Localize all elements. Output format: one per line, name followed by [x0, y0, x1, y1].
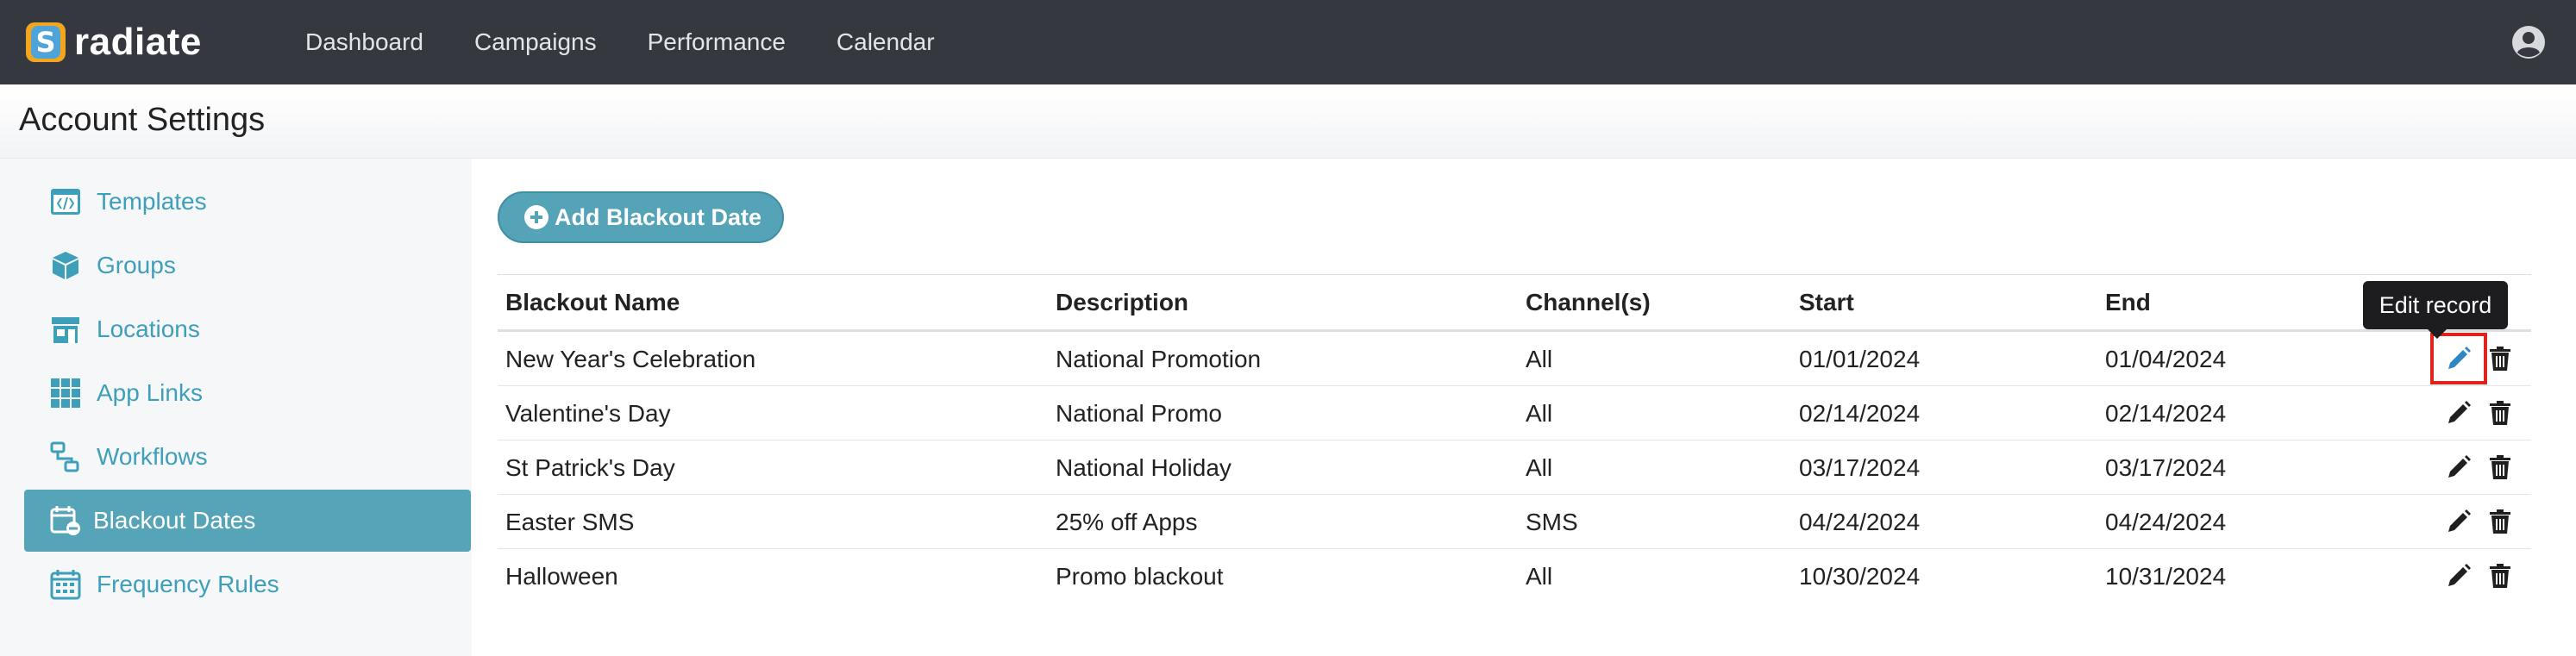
- sidebar-item-label: Templates: [97, 188, 207, 215]
- trash-icon: [2490, 401, 2510, 425]
- top-navbar: S radiate Dashboard Campaigns Performanc…: [0, 0, 2576, 84]
- table-row: Valentine's Day National Promo All 02/14…: [498, 386, 2531, 440]
- delete-record-button[interactable]: [2486, 453, 2514, 481]
- sidebar-item-locations[interactable]: Locations: [24, 298, 471, 360]
- cell-name: Halloween: [505, 563, 618, 590]
- cell-name: New Year's Celebration: [505, 346, 756, 372]
- edit-record-tooltip: Edit record: [2363, 281, 2508, 329]
- main-nav: Dashboard Campaigns Performance Calendar: [305, 0, 986, 84]
- sidebar-item-blackout-dates[interactable]: Blackout Dates: [24, 490, 471, 552]
- sidebar-item-groups[interactable]: Groups: [24, 234, 471, 297]
- sidebar-item-label: Blackout Dates: [93, 507, 256, 534]
- edit-record-button[interactable]: [2445, 508, 2473, 535]
- pencil-icon: [2448, 347, 2471, 369]
- cell-start: 02/14/2024: [1799, 400, 1921, 427]
- sidebar-item-templates[interactable]: Templates: [24, 171, 471, 233]
- edit-record-button[interactable]: [2445, 562, 2473, 590]
- add-button-label: Add Blackout Date: [555, 203, 762, 230]
- delete-record-button[interactable]: [2486, 562, 2514, 590]
- cell-channels: SMS: [1526, 509, 1578, 535]
- cell-name: Valentine's Day: [505, 400, 671, 427]
- settings-sidebar: Templates Groups Locations App Links Wor…: [0, 159, 472, 656]
- edit-record-button[interactable]: [2445, 453, 2473, 481]
- cube-icon: [53, 252, 78, 279]
- app-name: radiate: [74, 21, 202, 63]
- cell-description: Promo blackout: [1056, 563, 1224, 590]
- nav-dashboard[interactable]: Dashboard: [305, 28, 423, 56]
- sidebar-item-app-links[interactable]: App Links: [24, 362, 471, 424]
- plus-circle-icon: [524, 205, 548, 229]
- cell-channels: All: [1526, 563, 1553, 590]
- cell-name: St Patrick's Day: [505, 454, 675, 481]
- table-row: New Year's Celebration National Promotio…: [498, 332, 2531, 386]
- cell-channels: All: [1526, 400, 1553, 427]
- trash-icon: [2490, 564, 2510, 588]
- sidebar-item-label: Frequency Rules: [97, 571, 279, 597]
- cell-start: 10/30/2024: [1799, 563, 1921, 590]
- column-header-name[interactable]: Blackout Name: [505, 274, 680, 331]
- sidebar-item-label: Groups: [97, 252, 176, 278]
- code-window-icon: [51, 189, 80, 215]
- edit-record-button[interactable]: [2445, 399, 2473, 427]
- edit-record-button[interactable]: [2445, 345, 2473, 372]
- app-logo[interactable]: S radiate: [26, 21, 202, 64]
- trash-icon: [2490, 509, 2510, 534]
- calendar-minus-icon: [50, 506, 80, 535]
- cell-end: 01/04/2024: [2105, 346, 2227, 372]
- cell-description: National Promotion: [1056, 346, 1262, 372]
- tooltip-arrow: [2428, 329, 2447, 339]
- pencil-icon: [2448, 401, 2471, 423]
- column-header-channels[interactable]: Channel(s): [1526, 274, 1651, 331]
- table-row: Halloween Promo blackout All 10/30/2024 …: [498, 549, 2531, 603]
- nav-performance[interactable]: Performance: [648, 28, 786, 56]
- pencil-icon: [2448, 564, 2471, 586]
- trash-icon: [2490, 455, 2510, 479]
- cell-start: 01/01/2024: [1799, 346, 1921, 372]
- cell-description: National Promo: [1056, 400, 1222, 427]
- delete-record-button[interactable]: [2486, 399, 2514, 427]
- sidebar-item-frequency-rules[interactable]: Frequency Rules: [24, 553, 471, 615]
- sidebar-item-label: Workflows: [97, 443, 208, 470]
- user-circle-icon[interactable]: [2511, 25, 2546, 59]
- nav-campaigns[interactable]: Campaigns: [474, 28, 597, 56]
- cell-start: 03/17/2024: [1799, 454, 1921, 481]
- cell-end: 03/17/2024: [2105, 454, 2227, 481]
- cell-end: 02/14/2024: [2105, 400, 2227, 427]
- main-content: Add Blackout Date Blackout Name Descript…: [472, 159, 2576, 656]
- delete-record-button[interactable]: [2486, 508, 2514, 535]
- pencil-icon: [2448, 455, 2471, 478]
- storefront-icon: [52, 317, 79, 343]
- column-header-end[interactable]: End: [2105, 274, 2151, 331]
- sidebar-item-label: App Links: [97, 379, 203, 406]
- cell-description: National Holiday: [1056, 454, 1232, 481]
- cell-name: Easter SMS: [505, 509, 635, 535]
- page-title: Account Settings: [19, 102, 266, 138]
- pencil-icon: [2448, 509, 2471, 532]
- grid-icon: [51, 378, 80, 408]
- sidebar-item-label: Locations: [97, 316, 200, 342]
- sidebar-item-workflows[interactable]: Workflows: [24, 426, 471, 488]
- trash-icon: [2490, 347, 2510, 371]
- table-row: Easter SMS 25% off Apps SMS 04/24/2024 0…: [498, 495, 2531, 549]
- cell-start: 04/24/2024: [1799, 509, 1921, 535]
- cell-end: 04/24/2024: [2105, 509, 2227, 535]
- column-header-start[interactable]: Start: [1799, 274, 1854, 331]
- page-header: Account Settings: [0, 84, 2576, 159]
- cell-description: 25% off Apps: [1056, 509, 1198, 535]
- cell-channels: All: [1526, 346, 1553, 372]
- workflow-icon: [50, 441, 79, 472]
- cell-end: 10/31/2024: [2105, 563, 2227, 590]
- logo-icon: S: [26, 22, 66, 62]
- nav-calendar[interactable]: Calendar: [837, 28, 935, 56]
- cell-channels: All: [1526, 454, 1553, 481]
- calendar-grid-icon: [50, 570, 81, 600]
- add-blackout-date-button[interactable]: Add Blackout Date: [498, 191, 784, 243]
- column-header-description[interactable]: Description: [1056, 274, 1188, 331]
- table-row: St Patrick's Day National Holiday All 03…: [498, 440, 2531, 495]
- delete-record-button[interactable]: [2486, 345, 2514, 372]
